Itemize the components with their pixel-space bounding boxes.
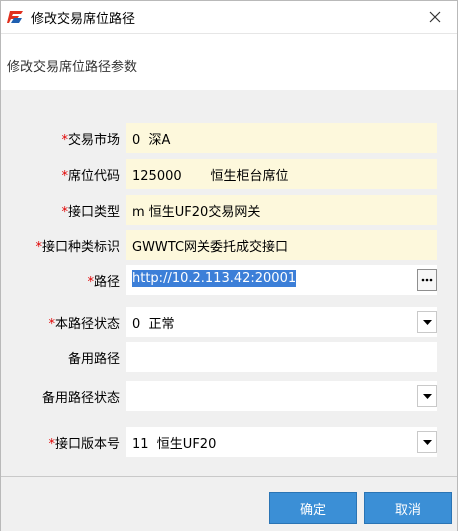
row-path-status: *本路径状态 0 正常 <box>1 307 457 337</box>
interface-type-field: m 恒生UF20交易网关 <box>126 195 437 225</box>
form-panel: *交易市场 0 深A *席位代码 125000 恒生柜台席位 *接口类型 m 恒… <box>1 90 457 476</box>
dialog-header: 修改交易席位路径参数 <box>1 33 457 91</box>
ellipsis-icon <box>421 278 433 282</box>
seat-code-field: 125000 恒生柜台席位 <box>126 159 437 189</box>
row-path: *路径 http://10.2.113.42:20001 <box>1 265 457 295</box>
row-market: *交易市场 0 深A <box>1 123 457 153</box>
path-input[interactable]: http://10.2.113.42:20001 <box>126 265 437 295</box>
chevron-down-icon <box>422 393 432 399</box>
chevron-down-icon <box>422 319 432 325</box>
path-value: http://10.2.113.42:20001 <box>132 270 297 287</box>
backup-path-input[interactable] <box>126 342 437 372</box>
path-status-label: *本路径状态 <box>48 317 120 332</box>
chevron-down-icon <box>422 439 432 445</box>
market-label: *交易市场 <box>61 133 120 148</box>
window-title: 修改交易席位路径 <box>31 12 136 27</box>
version-label: *接口版本号 <box>48 437 120 452</box>
interface-kind-field: GWWTC网关委托成交接口 <box>126 230 437 260</box>
app-logo-icon <box>7 11 23 23</box>
interface-type-label: *接口类型 <box>61 205 120 220</box>
row-interface-kind: *接口种类标识 GWWTC网关委托成交接口 <box>1 230 457 260</box>
backup-status-dropdown-button[interactable] <box>417 385 437 407</box>
dialog-window: 修改交易席位路径 修改交易席位路径参数 *交易市场 0 深A *席位代码 125… <box>0 0 458 531</box>
close-button[interactable] <box>413 1 457 33</box>
close-icon <box>429 11 441 23</box>
path-label: *路径 <box>87 275 120 290</box>
button-bar: 确定 取消 <box>1 476 457 531</box>
row-interface-type: *接口类型 m 恒生UF20交易网关 <box>1 195 457 225</box>
ok-button[interactable]: 确定 <box>269 492 357 524</box>
backup-status-label: 备用路径状态 <box>41 391 120 406</box>
row-version: *接口版本号 11 恒生UF20 <box>1 427 457 457</box>
market-field: 0 深A <box>126 123 437 153</box>
row-seat-code: *席位代码 125000 恒生柜台席位 <box>1 159 457 189</box>
backup-status-select[interactable] <box>126 381 437 411</box>
row-backup-path: 备用路径 <box>1 342 457 372</box>
version-select[interactable]: 11 恒生UF20 <box>126 427 437 457</box>
title-bar: 修改交易席位路径 <box>1 1 457 33</box>
cancel-button[interactable]: 取消 <box>364 492 452 524</box>
browse-path-button[interactable] <box>417 269 437 291</box>
backup-path-label: 备用路径 <box>67 352 120 367</box>
interface-kind-label: *接口种类标识 <box>35 240 120 255</box>
seat-code-label: *席位代码 <box>61 169 120 184</box>
path-status-select[interactable]: 0 正常 <box>126 307 437 337</box>
dialog-subtitle: 修改交易席位路径参数 <box>7 60 138 75</box>
version-dropdown-button[interactable] <box>417 431 437 453</box>
path-status-dropdown-button[interactable] <box>417 311 437 333</box>
row-backup-status: 备用路径状态 <box>1 381 457 411</box>
